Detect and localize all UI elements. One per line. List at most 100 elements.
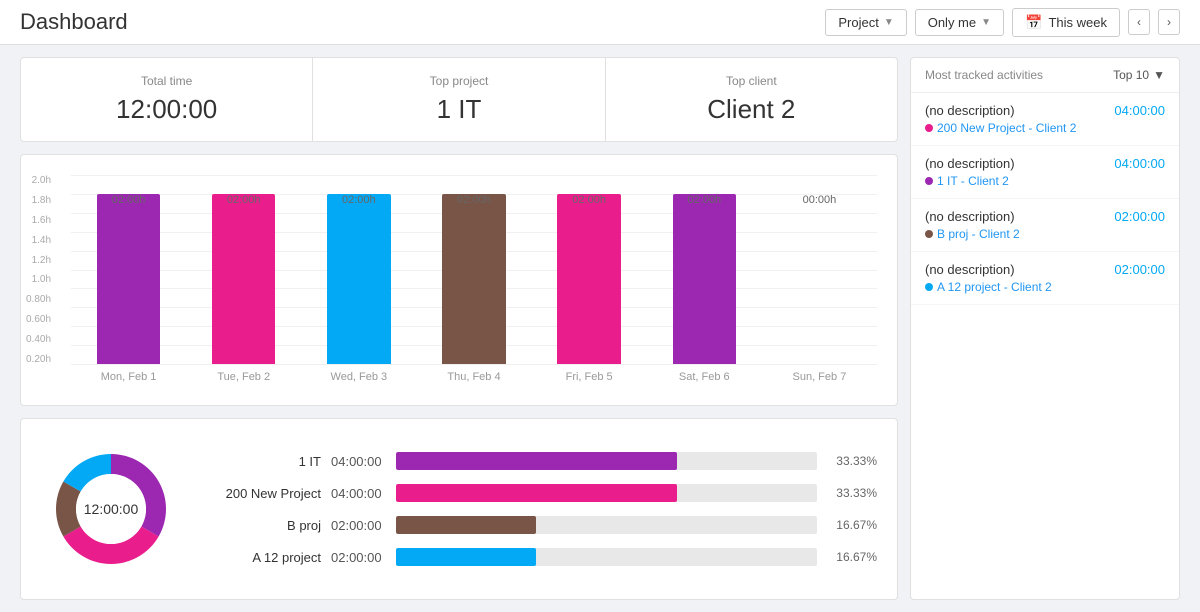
x-axis-label: Sat, Feb 6 (647, 371, 762, 383)
project-row: A 12 project 02:00:00 16.67% (211, 548, 877, 566)
y-axis-label: 0.40h (26, 334, 51, 345)
project-link[interactable]: B proj - Client 2 (937, 227, 1020, 241)
x-axis-label: Mon, Feb 1 (71, 371, 186, 383)
activity-project: 200 New Project - Client 2 (925, 121, 1165, 135)
project-dropdown[interactable]: Project ▼ (825, 9, 906, 36)
activity-desc-text: (no description) (925, 209, 1015, 224)
bar-top-label: 00:00h (762, 194, 877, 206)
activity-item: (no description) 04:00:00 200 New Projec… (911, 93, 1179, 146)
project-label: Project (838, 15, 878, 30)
bar (212, 194, 275, 364)
bar (327, 194, 390, 364)
bar-top-label: 02:00h (186, 194, 301, 206)
project-pct: 33.33% (827, 454, 877, 468)
project-row: 1 IT 04:00:00 33.33% (211, 452, 877, 470)
activity-time: 04:00:00 (1114, 156, 1165, 171)
project-time: 02:00:00 (331, 550, 386, 565)
top10-button[interactable]: Top 10 ▼ (1113, 68, 1165, 82)
top10-arrow-icon: ▼ (1153, 68, 1165, 82)
right-panel: Most tracked activities Top 10 ▼ (no des… (910, 57, 1180, 600)
progress-fill (396, 516, 536, 534)
project-time: 02:00:00 (331, 518, 386, 533)
activity-description: (no description) 04:00:00 (925, 103, 1165, 118)
y-axis-label: 1.6h (26, 215, 51, 226)
bar-group: 02:00h (647, 194, 762, 364)
bar (673, 194, 736, 364)
project-dot-icon (925, 230, 933, 238)
project-pct: 16.67% (827, 550, 877, 564)
progress-fill (396, 484, 677, 502)
bars-container: 02:00h02:00h02:00h02:00h02:00h02:00h00:0… (71, 175, 877, 365)
bar-top-label: 02:00h (71, 194, 186, 206)
bar-group: 02:00h (301, 194, 416, 364)
project-link[interactable]: 200 New Project - Client 2 (937, 121, 1076, 135)
bar (97, 194, 160, 364)
y-axis-label: 0.20h (26, 354, 51, 365)
activities-header: Most tracked activities Top 10 ▼ (911, 58, 1179, 93)
y-axis-label: 2.0h (26, 175, 51, 186)
grid-line (71, 364, 877, 365)
progress-track (396, 548, 817, 566)
page-title: Dashboard (20, 9, 128, 35)
summary-cards: Total time 12:00:00 Top project 1 IT Top… (20, 57, 898, 142)
bottom-panel: 12:00:00 1 IT 04:00:00 33.33% 200 New Pr… (20, 418, 898, 600)
bar (442, 194, 505, 364)
activity-description: (no description) 04:00:00 (925, 156, 1165, 171)
activities-title: Most tracked activities (925, 68, 1043, 82)
project-dot-icon (925, 283, 933, 291)
project-arrow-icon: ▼ (884, 17, 894, 28)
activity-description: (no description) 02:00:00 (925, 262, 1165, 277)
onlyme-label: Only me (928, 15, 976, 30)
total-time-label: Total time (41, 74, 292, 88)
activity-time: 04:00:00 (1114, 103, 1165, 118)
progress-track (396, 484, 817, 502)
activity-desc-text: (no description) (925, 156, 1015, 171)
project-name: 1 IT (211, 454, 321, 469)
x-axis-label: Tue, Feb 2 (186, 371, 301, 383)
activity-project: B proj - Client 2 (925, 227, 1165, 241)
left-panel: Total time 12:00:00 Top project 1 IT Top… (20, 57, 898, 600)
onlyme-dropdown[interactable]: Only me ▼ (915, 9, 1004, 36)
project-dot-icon (925, 124, 933, 132)
week-label: This week (1048, 15, 1107, 30)
progress-track (396, 452, 817, 470)
activity-time: 02:00:00 (1114, 262, 1165, 277)
x-axis-label: Fri, Feb 5 (532, 371, 647, 383)
total-time-value: 12:00:00 (41, 94, 292, 125)
project-time: 04:00:00 (331, 454, 386, 469)
project-row: 200 New Project 04:00:00 33.33% (211, 484, 877, 502)
y-axis-label: 1.8h (26, 195, 51, 206)
activities-list: (no description) 04:00:00 200 New Projec… (911, 93, 1179, 305)
activity-project: 1 IT - Client 2 (925, 174, 1165, 188)
progress-fill (396, 452, 677, 470)
bar-top-label: 02:00h (532, 194, 647, 206)
project-row: B proj 02:00:00 16.67% (211, 516, 877, 534)
top10-label: Top 10 (1113, 68, 1149, 82)
bar-group: 02:00h (71, 194, 186, 364)
x-axis-label: Sun, Feb 7 (762, 371, 877, 383)
calendar-icon: 📅 (1025, 14, 1042, 31)
bar-chart: 2.0h1.8h1.6h1.4h1.2h1.0h0.80h0.60h0.40h0… (71, 175, 877, 395)
bar (557, 194, 620, 364)
next-week-button[interactable]: › (1158, 9, 1180, 35)
project-name: B proj (211, 518, 321, 533)
project-link[interactable]: A 12 project - Client 2 (937, 280, 1052, 294)
project-time: 04:00:00 (331, 486, 386, 501)
header: Dashboard Project ▼ Only me ▼ 📅 This wee… (0, 0, 1200, 45)
activity-item: (no description) 02:00:00 B proj - Clien… (911, 199, 1179, 252)
activity-item: (no description) 02:00:00 A 12 project -… (911, 252, 1179, 305)
main-content: Total time 12:00:00 Top project 1 IT Top… (0, 45, 1200, 612)
week-button[interactable]: 📅 This week (1012, 8, 1120, 37)
y-axis-label: 1.0h (26, 274, 51, 285)
activity-desc-text: (no description) (925, 262, 1015, 277)
grid-line (71, 175, 877, 176)
project-link[interactable]: 1 IT - Client 2 (937, 174, 1009, 188)
x-axis-label: Thu, Feb 4 (416, 371, 531, 383)
y-axis: 2.0h1.8h1.6h1.4h1.2h1.0h0.80h0.60h0.40h0… (26, 175, 51, 365)
bar-top-label: 02:00h (301, 194, 416, 206)
donut-chart: 12:00:00 (41, 439, 181, 579)
y-axis-label: 0.60h (26, 314, 51, 325)
activity-project: A 12 project - Client 2 (925, 280, 1165, 294)
activity-description: (no description) 02:00:00 (925, 209, 1165, 224)
prev-week-button[interactable]: ‹ (1128, 9, 1150, 35)
